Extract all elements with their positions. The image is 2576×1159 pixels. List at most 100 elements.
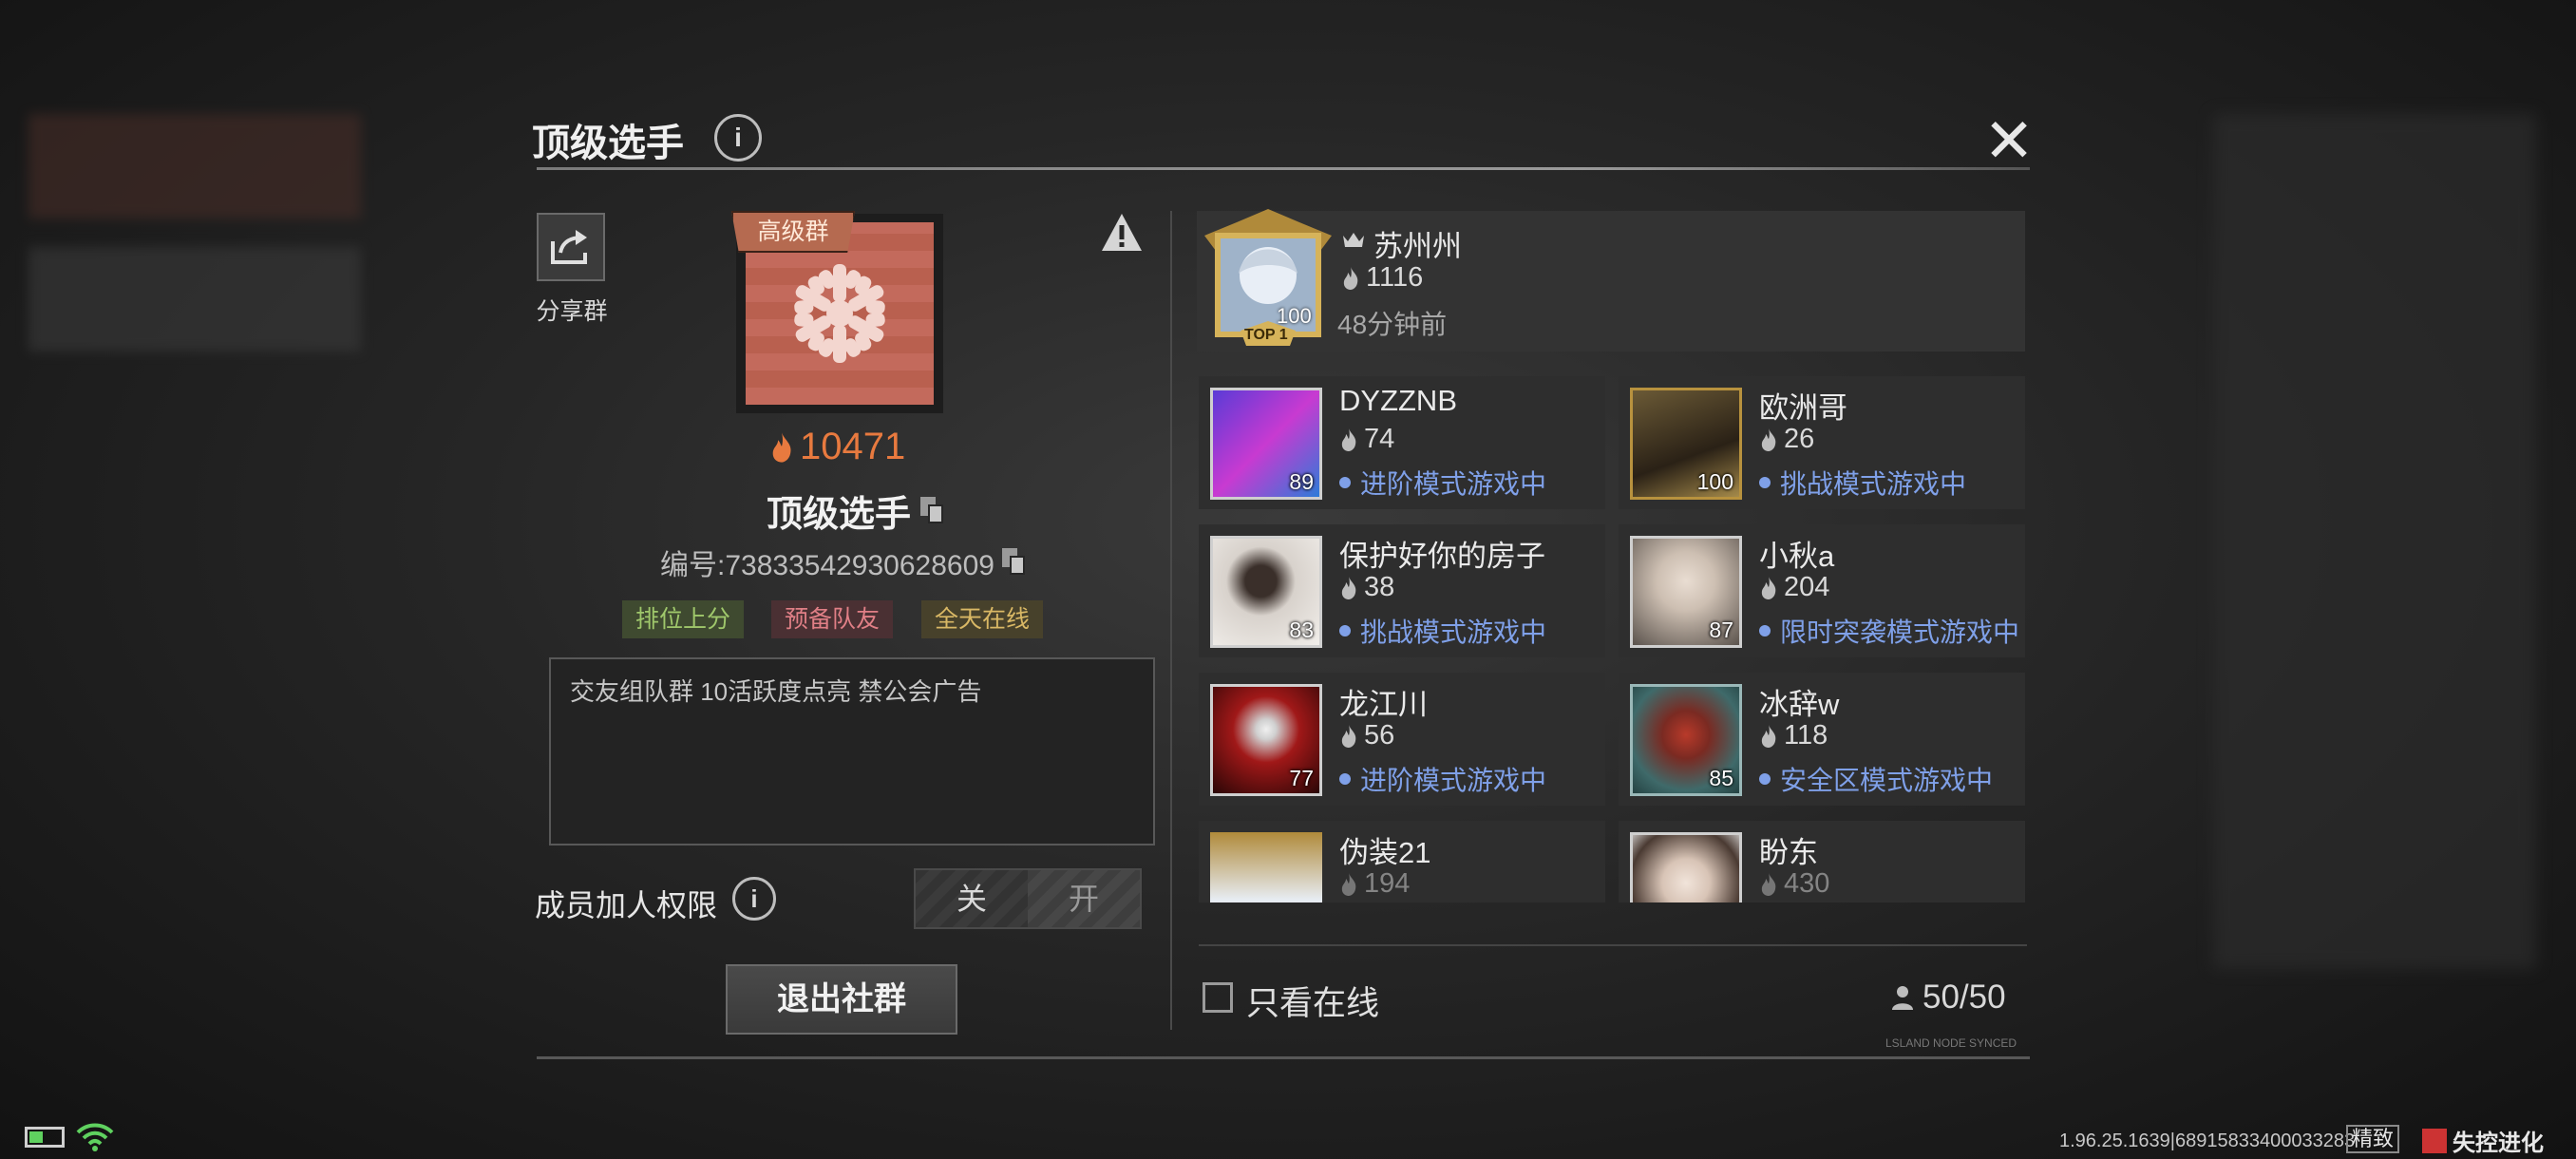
brand-name: 失控进化 xyxy=(2453,1130,2544,1156)
close-button[interactable]: ✕ xyxy=(1980,110,2037,171)
member-card[interactable]: 87 小秋a 204 限时突袭模式游戏中 xyxy=(1619,524,2025,657)
person-icon xyxy=(1892,986,1913,1010)
member-count-value: 50/50 xyxy=(1923,978,2006,1016)
member-card[interactable]: 83 保护好你的房子 38 挑战模式游戏中 xyxy=(1199,524,1605,657)
report-warning-icon[interactable] xyxy=(1100,211,1144,255)
copy-icon[interactable] xyxy=(920,496,947,525)
top-member-name: 苏州州 xyxy=(1373,230,1462,263)
member-score-value: 26 xyxy=(1784,424,1815,454)
member-status-text: 挑战模式游戏中 xyxy=(1780,469,1967,499)
flame-icon xyxy=(1761,724,1776,748)
brand-logo: 失控进化 xyxy=(2422,1124,2544,1157)
title-divider xyxy=(537,167,2030,170)
premium-group-tag: 高级群 xyxy=(731,211,855,253)
status-dot-icon xyxy=(1759,773,1771,785)
exit-group-button[interactable]: 退出社群 xyxy=(726,964,957,1035)
permission-info-icon[interactable]: i xyxy=(732,877,776,921)
member-name: 欧洲哥 xyxy=(1759,391,1847,425)
member-score-value: 204 xyxy=(1784,572,1830,602)
member-status: 限时突袭模式游戏中 xyxy=(1759,612,2019,650)
quality-setting[interactable]: 精致 xyxy=(2346,1125,2399,1153)
flame-icon xyxy=(772,431,791,463)
flame-icon xyxy=(1341,576,1356,599)
member-avatar: 87 xyxy=(1630,536,1742,648)
member-card[interactable]: 盼东 430 xyxy=(1619,821,2025,902)
member-status-text: 限时突袭模式游戏中 xyxy=(1780,618,2020,647)
info-icon[interactable]: i xyxy=(714,114,762,162)
member-name: 伪装21 xyxy=(1339,836,1431,869)
member-score-value: 118 xyxy=(1784,720,1828,750)
member-score-value: 194 xyxy=(1364,868,1411,899)
group-name: 顶级选手 xyxy=(767,484,947,537)
member-level: 100 xyxy=(1696,469,1733,494)
member-name: 冰辞w xyxy=(1759,688,1840,721)
permission-toggle[interactable]: 关 开 xyxy=(914,868,1142,929)
member-avatar: 100 xyxy=(1630,388,1742,500)
status-dot-icon xyxy=(1339,773,1351,785)
group-tag: 全天在线 xyxy=(921,600,1044,638)
member-card[interactable]: 89 DYZZNB 74 进阶模式游戏中 xyxy=(1199,376,1605,509)
online-only-checkbox[interactable] xyxy=(1203,982,1233,1013)
group-score-value: 10471 xyxy=(800,426,906,467)
background-blur xyxy=(28,247,361,352)
member-level: 89 xyxy=(1289,469,1314,494)
member-avatar: 85 xyxy=(1630,684,1742,796)
wifi-icon xyxy=(76,1123,114,1151)
synced-label: LSLAND NODE SYNCED xyxy=(1885,1036,2017,1050)
member-status: 进阶模式游戏中 xyxy=(1339,464,1546,502)
member-level: 87 xyxy=(1709,618,1733,642)
share-group-button[interactable] xyxy=(537,213,605,281)
status-dot-icon xyxy=(1339,625,1351,636)
bottom-divider xyxy=(537,1056,2030,1059)
member-status-text: 安全区模式游戏中 xyxy=(1780,766,1994,795)
member-score: 204 xyxy=(1759,572,1829,603)
member-name: DYZZNB xyxy=(1339,384,1457,417)
top-member-last-seen: 48分钟前 xyxy=(1337,310,1448,339)
flame-icon xyxy=(1761,576,1776,599)
member-card[interactable]: 85 冰辞w 118 安全区模式游戏中 xyxy=(1619,673,2025,806)
flame-icon xyxy=(1343,266,1358,290)
member-name: 盼东 xyxy=(1759,836,1818,869)
member-status: 安全区模式游戏中 xyxy=(1759,760,1993,798)
member-status: 挑战模式游戏中 xyxy=(1339,612,1546,650)
top-member-avatar[interactable]: 100 TOP 1 xyxy=(1199,207,1337,350)
group-id: 编号:73833542930628609 xyxy=(660,542,1029,583)
group-id-text: 编号:73833542930628609 xyxy=(660,550,994,581)
status-dot-icon xyxy=(1759,625,1771,636)
member-score: 74 xyxy=(1339,424,1394,455)
brand-logo-icon xyxy=(2422,1128,2447,1153)
status-dot-icon xyxy=(1759,477,1771,488)
member-card[interactable]: 100 欧洲哥 26 挑战模式游戏中 xyxy=(1619,376,2025,509)
group-description[interactable]: 交友组队群 10活跃度点亮 禁公会广告 xyxy=(549,657,1155,846)
top-rank-badge: TOP 1 xyxy=(1244,327,1288,343)
member-name: 龙江川 xyxy=(1339,688,1428,721)
member-status: 挑战模式游戏中 xyxy=(1759,464,1966,502)
crown-icon xyxy=(1343,233,1364,247)
member-count: 50/50 xyxy=(1890,978,2006,1016)
dialog-title: 顶级选手 xyxy=(532,123,684,164)
online-only-label[interactable]: 只看在线 xyxy=(1246,977,1379,1025)
toggle-off-option[interactable]: 关 xyxy=(916,870,1028,927)
member-avatar xyxy=(1210,832,1322,902)
member-avatar: 89 xyxy=(1210,388,1322,500)
permission-label: 成员加人权限 xyxy=(535,888,718,922)
member-avatar xyxy=(1630,832,1742,902)
member-score-value: 430 xyxy=(1784,868,1830,899)
panel-divider xyxy=(1170,211,1172,1030)
member-status: 进阶模式游戏中 xyxy=(1339,760,1546,798)
flame-icon xyxy=(1761,428,1776,451)
flame-icon xyxy=(1341,724,1356,748)
background-blur xyxy=(2213,114,2536,969)
flame-icon xyxy=(1341,872,1356,896)
member-score: 26 xyxy=(1759,424,1814,455)
member-score-value: 74 xyxy=(1364,424,1395,454)
member-card[interactable]: 伪装21 194 xyxy=(1199,821,1605,902)
background-blur xyxy=(28,114,361,218)
battery-icon xyxy=(25,1127,65,1148)
snowflake-icon xyxy=(785,264,895,363)
group-tag: 预备队友 xyxy=(771,600,894,638)
member-score: 118 xyxy=(1759,720,1828,751)
copy-id-icon[interactable] xyxy=(1001,548,1029,577)
toggle-on-option[interactable]: 开 xyxy=(1028,870,1140,927)
member-card[interactable]: 77 龙江川 56 进阶模式游戏中 xyxy=(1199,673,1605,806)
